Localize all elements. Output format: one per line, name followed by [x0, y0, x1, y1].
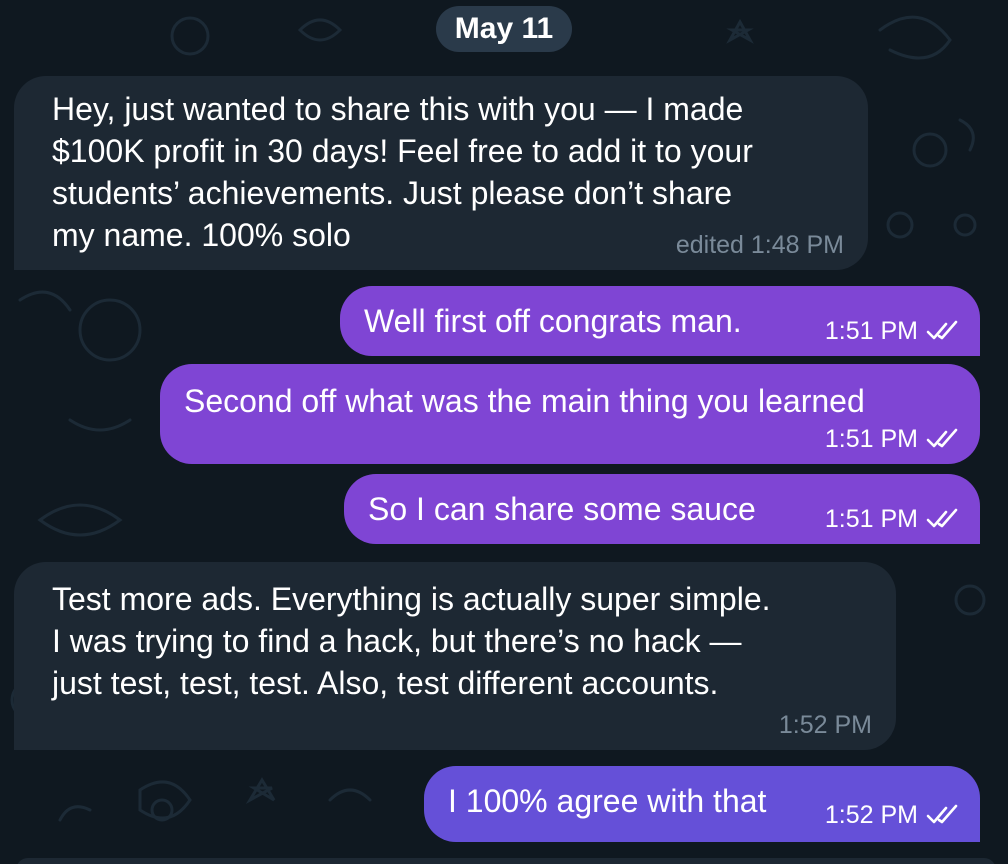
message-time-label: 1:51 PM	[824, 505, 918, 533]
message-meta: 1:51 PM	[825, 424, 960, 454]
message-time: edited 1:48 PM	[676, 230, 844, 260]
date-separator: May 11	[436, 6, 572, 52]
message-incoming[interactable]: Hey, just wanted to share this with you …	[14, 76, 868, 270]
message-text-line: $100K profit in 30 days! Feel free to ad…	[52, 133, 753, 169]
message-incoming[interactable]: Test more ads. Everything is actually su…	[14, 562, 896, 750]
message-text-line: students’ achievements. Just please don’…	[52, 175, 733, 211]
message-text-line: Hey, just wanted to share this with you …	[52, 91, 744, 127]
message-time: 1:52 PM	[779, 710, 872, 740]
date-separator-label: May 11	[454, 12, 554, 45]
message-text-line: I was trying to find a hack, but there’s…	[52, 623, 742, 659]
chat-area[interactable]: May 11 Hey, just wanted to share this wi…	[0, 0, 1008, 864]
message-outgoing[interactable]: I 100% agree with that 1:52 PM	[424, 766, 980, 842]
message-text-line: Test more ads. Everything is actually su…	[52, 581, 771, 617]
double-check-icon	[926, 320, 958, 340]
message-time-label: 1:51 PM	[824, 317, 918, 345]
message-meta: 1:52 PM	[825, 800, 960, 830]
message-outgoing[interactable]: So I can share some sauce 1:51 PM	[344, 474, 980, 544]
double-check-icon	[926, 508, 958, 528]
message-meta: 1:51 PM	[825, 316, 960, 346]
double-check-icon	[926, 804, 958, 824]
message-outgoing[interactable]: Second off what was the main thing you l…	[160, 364, 980, 464]
message-time-label: 1:52 PM	[824, 801, 918, 829]
message-text-line: just test, test, test. Also, test differ…	[52, 665, 719, 701]
message-time-label: 1:51 PM	[824, 425, 918, 453]
double-check-icon	[926, 428, 958, 448]
message-text-line: Second off what was the main thing you l…	[184, 383, 865, 419]
message-time-label: edited 1:48 PM	[675, 231, 844, 259]
message-outgoing[interactable]: Well first off congrats man. 1:51 PM	[340, 286, 980, 356]
next-message-edge	[16, 858, 996, 864]
message-meta: 1:51 PM	[825, 504, 960, 534]
message-time-label: 1:52 PM	[778, 711, 872, 739]
